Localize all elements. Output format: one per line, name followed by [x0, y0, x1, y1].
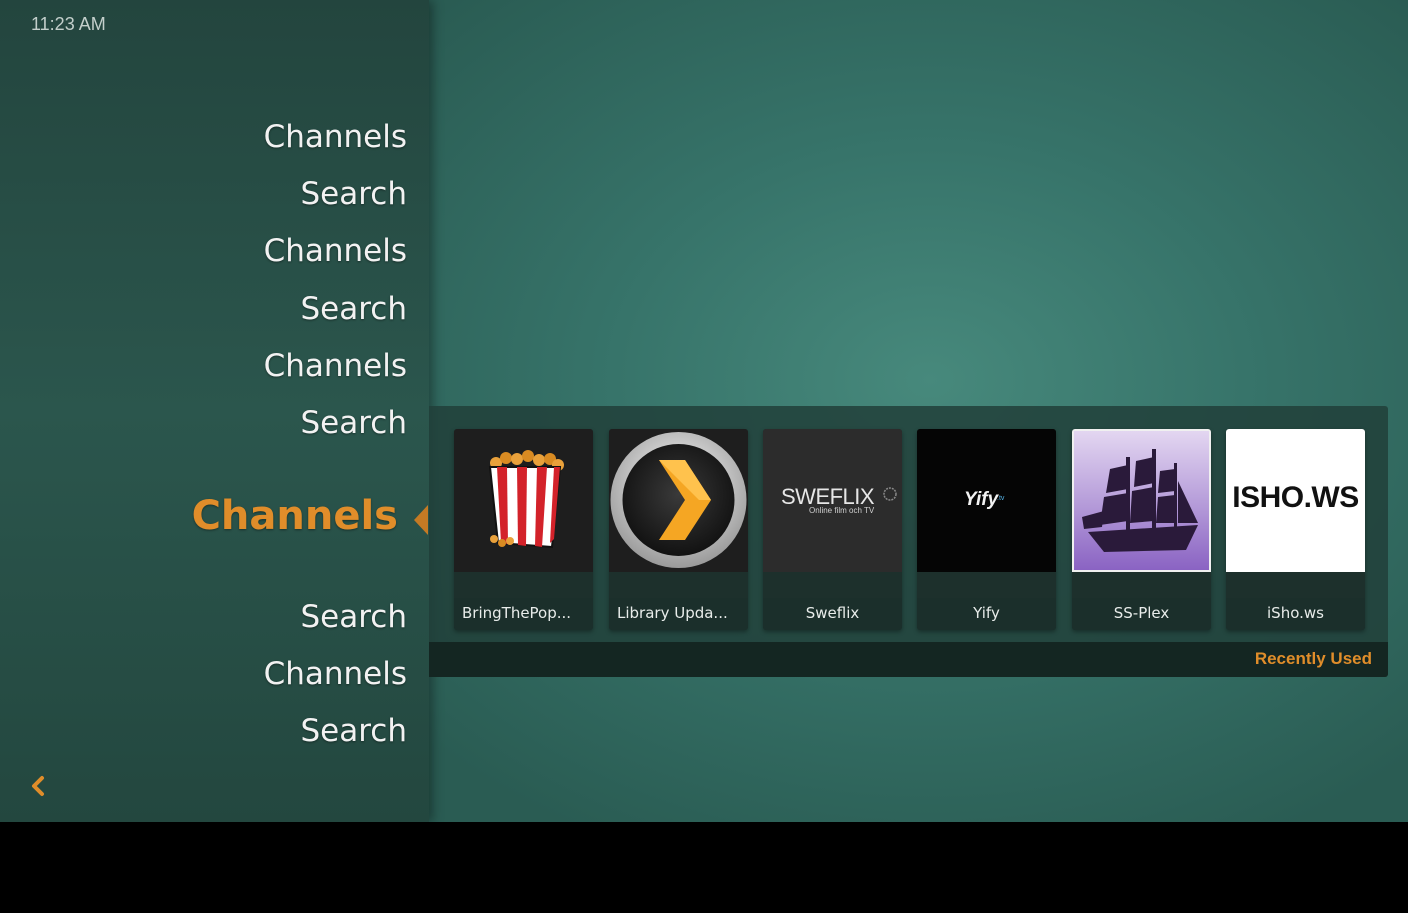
panel-footer: Recently Used — [429, 642, 1388, 677]
tile-label: Library Upda... — [617, 604, 728, 622]
black-bottom-bar — [0, 822, 1408, 913]
sweflix-logo-subtitle: Online film och TV — [809, 506, 875, 515]
ishows-logo-text: ISHO.WS — [1232, 481, 1359, 514]
tile-label: BringThePop... — [462, 604, 572, 622]
tile-ss-plex[interactable]: SS-Plex — [1072, 429, 1211, 630]
tile-library-updater[interactable]: Library Upda... — [609, 429, 748, 630]
recently-used-panel: BringThePop... Library Upda... SWEFLIX O… — [429, 406, 1388, 677]
yify-logo-text: Yify — [964, 489, 999, 510]
yify-logo-suffix: .tv — [997, 495, 1005, 502]
tile-sweflix[interactable]: SWEFLIX Online film och TV Sweflix — [763, 429, 902, 630]
tile-yify[interactable]: Yify .tv Yify — [917, 429, 1056, 630]
ishows-logo: ISHO.WS — [1226, 429, 1365, 572]
menu-item-channels[interactable]: Channels — [264, 117, 407, 157]
plex-chevron-icon — [610, 432, 747, 568]
menu-item-search[interactable]: Search — [300, 597, 407, 637]
tile-art — [1072, 429, 1211, 572]
menu-item-channels[interactable]: Channels — [264, 231, 407, 271]
tile-label: iSho.ws — [1267, 604, 1324, 622]
back-arrow-icon[interactable] — [28, 774, 48, 798]
clock: 11:23 AM — [31, 14, 106, 34]
menu-item-channels-selected[interactable]: Channels — [192, 492, 398, 540]
tile-art — [454, 429, 593, 572]
tile-ishows[interactable]: ISHO.WS iSho.ws — [1226, 429, 1365, 630]
menu-item-channels[interactable]: Channels — [264, 654, 407, 694]
tile-label: Sweflix — [805, 604, 860, 622]
recently-used-label: Recently Used — [1254, 649, 1372, 668]
tile-label: Yify — [973, 604, 1000, 622]
menu-item-channels[interactable]: Channels — [264, 346, 407, 386]
popcorn-icon — [488, 450, 564, 549]
menu-item-search[interactable]: Search — [300, 403, 407, 443]
menu-item-search[interactable]: Search — [300, 174, 407, 214]
tile-art — [609, 429, 748, 572]
screen: 11:23 AM Channels Search Channels Search… — [0, 0, 1408, 822]
snowflake-icon — [883, 487, 897, 501]
menu-item-search[interactable]: Search — [300, 289, 407, 329]
menu-item-search[interactable]: Search — [300, 711, 407, 751]
tile-label: SS-Plex — [1113, 604, 1170, 622]
tile-bringthepopcorn[interactable]: BringThePop... — [454, 429, 593, 630]
yify-logo: Yify .tv — [917, 429, 1056, 572]
sweflix-logo: SWEFLIX Online film och TV — [763, 429, 902, 572]
selection-arrow-icon — [414, 505, 428, 535]
sidebar: 11:23 AM Channels Search Channels Search… — [0, 0, 429, 822]
ship-icon — [1082, 449, 1198, 552]
